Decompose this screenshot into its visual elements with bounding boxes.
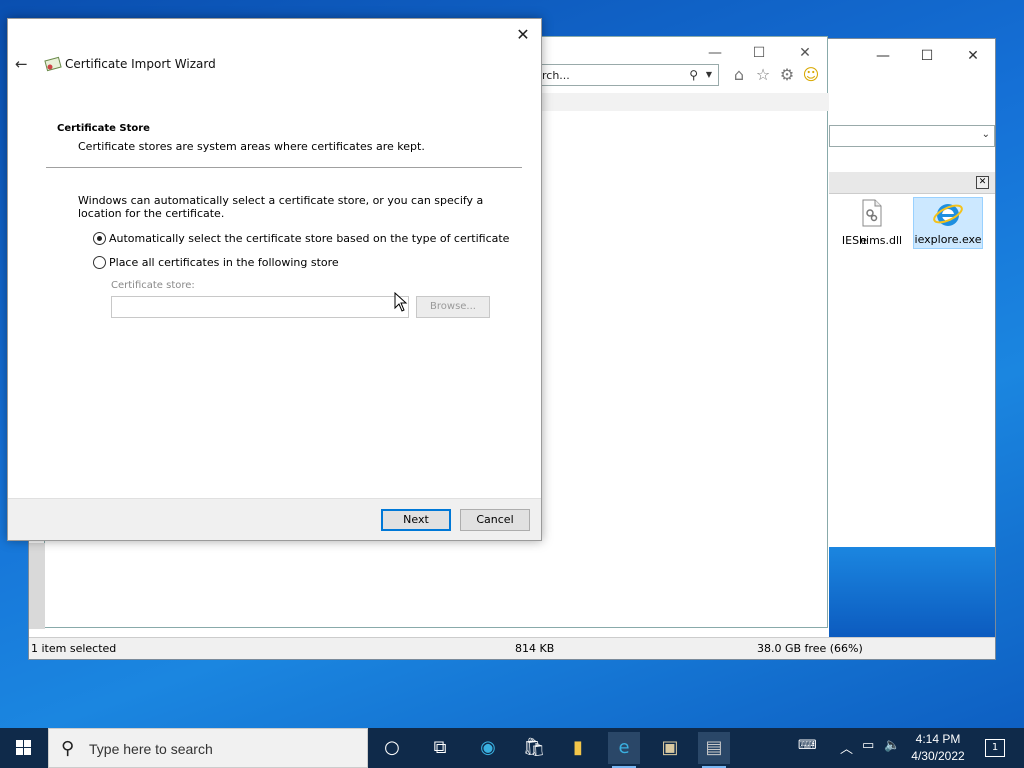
file-item-iexplore[interactable]: iexplore.exe <box>913 197 983 249</box>
smiley-icon[interactable]: ☺ <box>801 65 821 85</box>
edge-browser-icon[interactable]: ◉ <box>472 732 504 764</box>
search-icon[interactable]: ⚲ <box>689 68 698 82</box>
dll-file-icon <box>862 199 882 227</box>
gear-icon[interactable]: ⚙ <box>777 65 797 85</box>
pane-close-icon[interactable]: ✕ <box>976 176 989 189</box>
status-selection: 1 item selected <box>31 642 117 655</box>
desktop-background-region <box>829 547 995 637</box>
mouse-cursor-icon <box>394 292 408 312</box>
task-view-icon[interactable]: ⧉ <box>424 732 456 764</box>
wizard-footer: Next Cancel <box>8 498 541 540</box>
folder-icon[interactable]: ▮ <box>562 732 594 764</box>
taskbar-search-box[interactable]: ⚲ Type here to search <box>48 728 368 768</box>
certificate-icon <box>44 56 62 72</box>
radio-label: Automatically select the certificate sto… <box>109 232 510 245</box>
chevron-down-icon[interactable]: ▼ <box>706 70 712 79</box>
clock-date: 4/30/2022 <box>911 749 965 763</box>
ie-command-bar <box>539 93 829 111</box>
status-size: 814 KB <box>515 642 555 655</box>
radio-label: Place all certificates in the following … <box>109 256 339 269</box>
browse-button[interactable]: Browse... <box>416 296 490 318</box>
explorer-minimize-button[interactable]: — <box>869 45 897 67</box>
volume-icon[interactable]: 🔈 <box>884 738 900 753</box>
certificate-manager-icon[interactable]: ▣ <box>654 732 686 764</box>
internet-explorer-icon[interactable]: e <box>608 732 640 768</box>
internet-explorer-icon <box>933 204 963 226</box>
search-placeholder: Type here to search <box>89 741 213 757</box>
chevron-down-icon[interactable]: ⌄ <box>982 129 990 140</box>
file-label: IEShims.dll <box>841 234 903 247</box>
windows-logo-icon <box>16 740 31 755</box>
chevron-up-icon[interactable]: ︿ <box>840 738 853 757</box>
system-clock[interactable]: 4:14 PM 4/30/2022 <box>906 731 970 765</box>
taskbar: ⚲ Type here to search ○ ⧉ ◉ 🛍 ▮ e ▣ ▤ ⌨ … <box>0 728 1024 768</box>
store-icon[interactable]: 🛍 <box>518 732 550 764</box>
ie-maximize-button[interactable]: ☐ <box>745 43 773 63</box>
network-icon[interactable]: ▭ <box>862 738 874 753</box>
wizard-close-button[interactable]: ✕ <box>513 25 533 45</box>
file-label: iexplore.exe <box>914 233 982 246</box>
section-title: Certificate Store <box>57 123 150 134</box>
ie-frame-edge <box>29 543 45 629</box>
preview-pane-header: ✕ <box>829 172 995 194</box>
clock-time: 4:14 PM <box>915 732 961 746</box>
certificate-store-label: Certificate store: <box>111 280 195 291</box>
ie-minimize-button[interactable]: — <box>701 43 729 63</box>
intro-text: Windows can automatically select a certi… <box>78 194 484 220</box>
explorer-status-bar: 1 item selected 814 KB 38.0 GB free (66%… <box>29 637 995 659</box>
back-arrow-icon[interactable]: ← <box>15 55 33 73</box>
notification-center-icon[interactable]: 1 <box>985 739 1005 757</box>
next-button[interactable]: Next <box>381 509 451 531</box>
wizard-title: Certificate Import Wizard <box>65 57 216 71</box>
section-description: Certificate stores are system areas wher… <box>78 140 425 153</box>
ie-search-box[interactable]: rch... ⚲ ▼ <box>539 64 719 86</box>
home-icon[interactable]: ⌂ <box>729 65 749 85</box>
radio-button-selected[interactable] <box>93 232 106 245</box>
certificate-wizard-icon[interactable]: ▤ <box>698 732 730 768</box>
radio-auto-select-store[interactable]: Automatically select the certificate sto… <box>93 232 509 245</box>
status-free-space: 38.0 GB free (66%) <box>757 642 863 655</box>
radio-place-in-store[interactable]: Place all certificates in the following … <box>93 256 339 269</box>
certificate-store-field[interactable] <box>111 296 409 318</box>
radio-button[interactable] <box>93 256 106 269</box>
start-button[interactable] <box>0 728 48 768</box>
star-icon[interactable]: ☆ <box>753 65 773 85</box>
ie-close-button[interactable]: ✕ <box>791 43 819 63</box>
keyboard-icon[interactable]: ⌨ <box>798 738 817 753</box>
explorer-close-button[interactable]: ✕ <box>959 45 987 67</box>
explorer-address-bar[interactable]: ⌄ <box>829 125 995 147</box>
explorer-maximize-button[interactable]: ☐ <box>913 45 941 67</box>
certificate-import-wizard-dialog: ✕ ← Certificate Import Wizard Certificat… <box>7 18 542 541</box>
search-icon: ⚲ <box>61 738 75 759</box>
file-item-ieshims[interactable]: IEShims.dll <box>837 197 907 249</box>
ie-search-text: rch... <box>542 69 570 82</box>
cortana-icon[interactable]: ○ <box>376 732 408 764</box>
cancel-button[interactable]: Cancel <box>460 509 530 531</box>
divider <box>46 167 522 168</box>
